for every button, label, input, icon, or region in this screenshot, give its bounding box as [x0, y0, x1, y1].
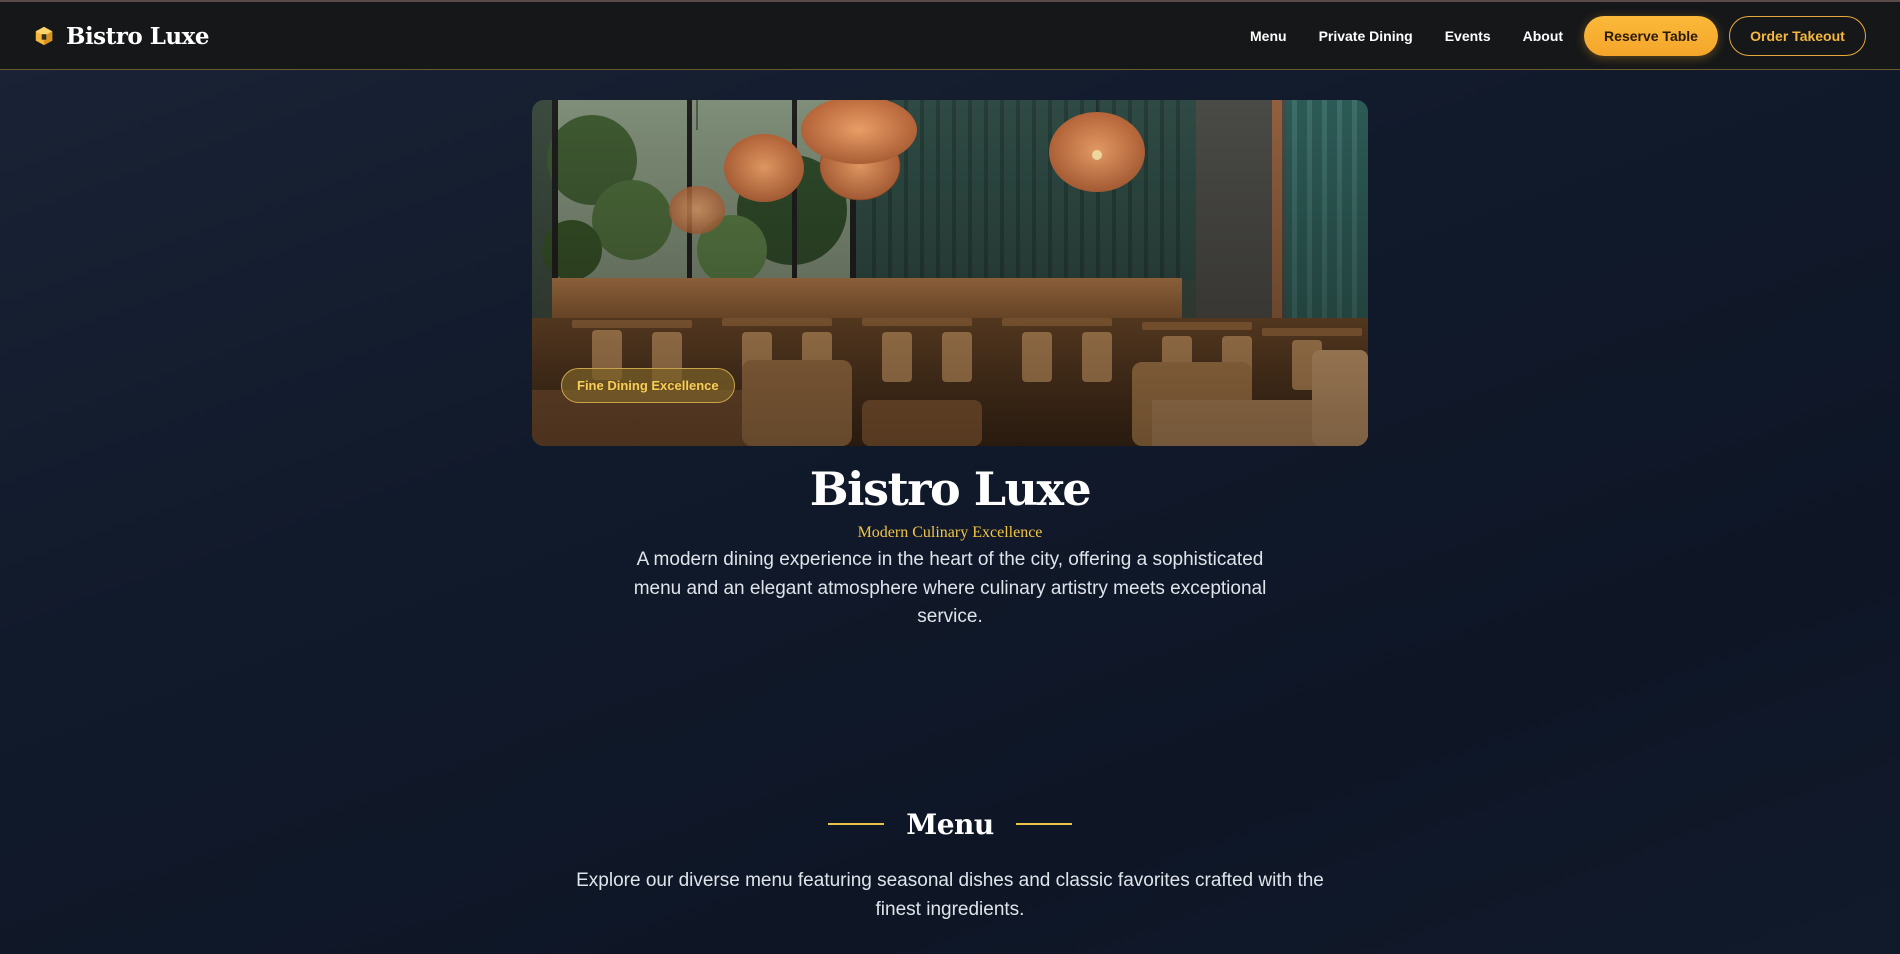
heading-divider-left: [828, 823, 885, 825]
reserve-table-button[interactable]: Reserve Table: [1584, 16, 1718, 56]
heading-divider-right: [1015, 823, 1072, 825]
main-nav: Menu Private Dining Events About: [1250, 2, 1595, 70]
nav-item-events[interactable]: Events: [1445, 28, 1491, 44]
cube-icon: [35, 26, 53, 46]
nav-item-private-dining[interactable]: Private Dining: [1319, 28, 1413, 44]
nav-item-about[interactable]: About: [1523, 28, 1563, 44]
hero-subtitle: Modern Culinary Excellence: [857, 524, 1043, 541]
nav-item-menu[interactable]: Menu: [1250, 28, 1287, 44]
brand[interactable]: Bistro Luxe: [33, 2, 209, 70]
menu-section-heading: Menu: [0, 806, 1900, 842]
menu-section-description: Explore our diverse menu featuring seaso…: [576, 870, 1324, 920]
hero-description: A modern dining experience in the heart …: [633, 549, 1267, 627]
site-header: Bistro Luxe Menu Private Dining Events A…: [0, 2, 1900, 70]
fine-dining-badge: Fine Dining Excellence: [561, 368, 735, 403]
order-takeout-button[interactable]: Order Takeout: [1729, 16, 1866, 56]
hero-image: Fine Dining Excellence: [532, 100, 1368, 446]
hero-title: Bistro Luxe: [809, 462, 1092, 516]
menu-section-title: Menu: [906, 807, 994, 841]
brand-name: Bistro Luxe: [66, 22, 209, 50]
